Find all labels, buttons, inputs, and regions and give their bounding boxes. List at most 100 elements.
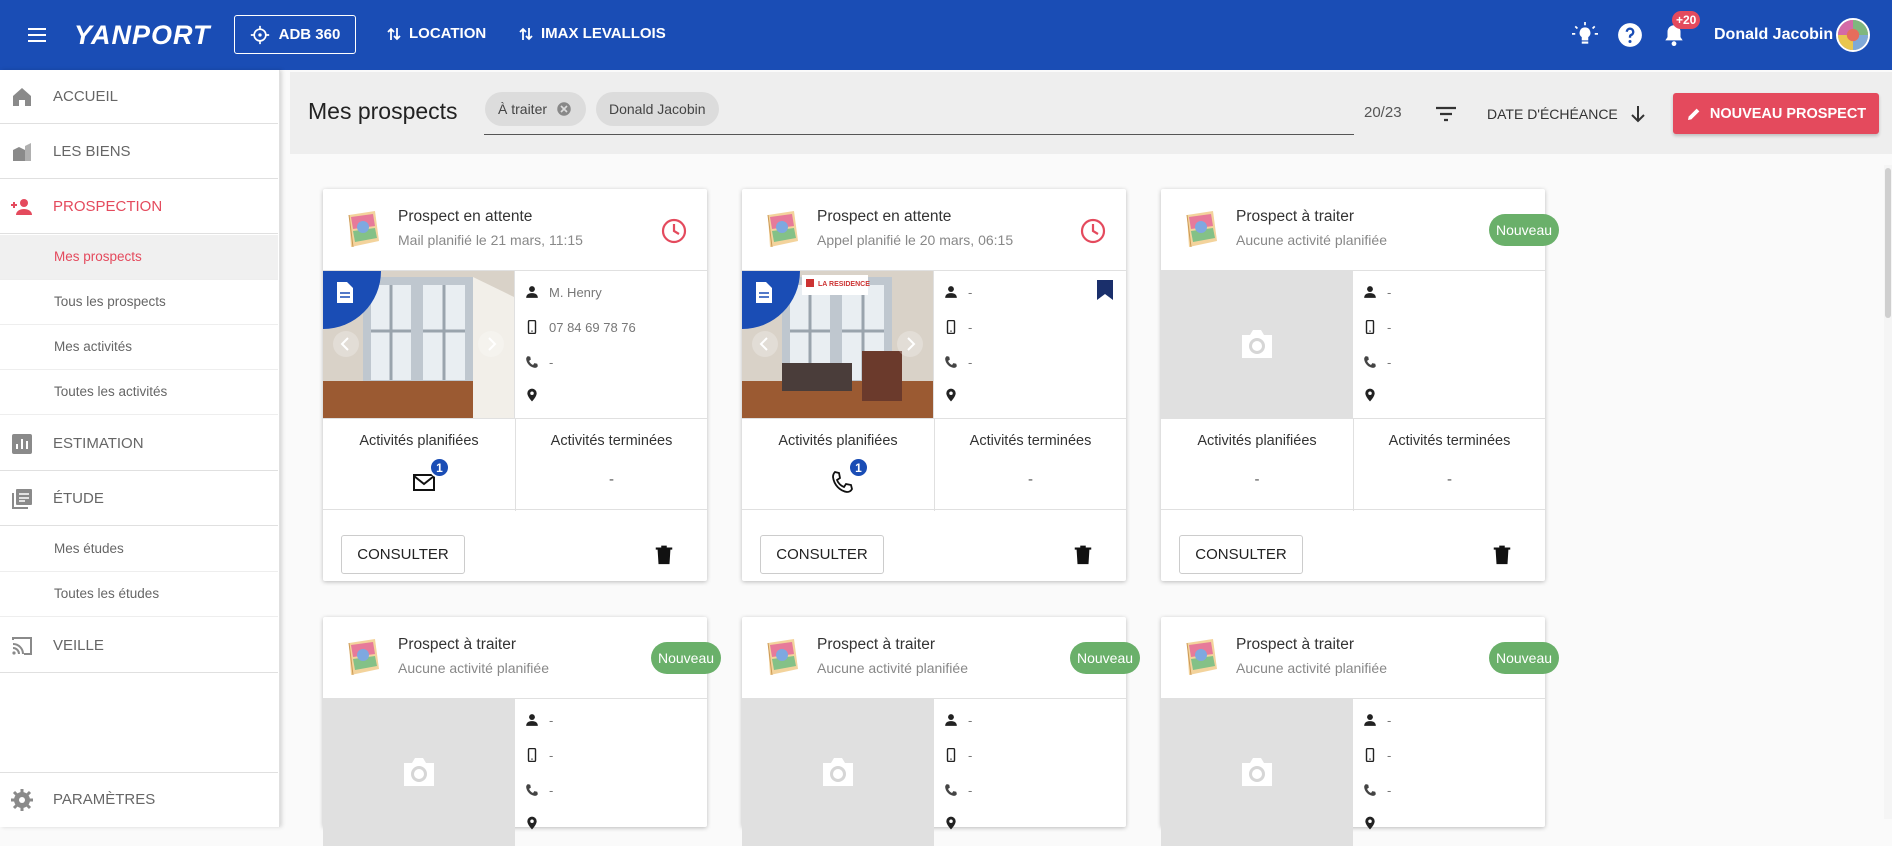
- person-icon: [526, 714, 538, 726]
- person-icon: [1364, 286, 1376, 298]
- mobile-icon: [1365, 748, 1375, 762]
- sidebar-item-etude[interactable]: ÉTUDE: [0, 472, 278, 526]
- activity-count-badge: 1: [848, 457, 869, 478]
- contact-info: - - -: [933, 699, 1126, 846]
- result-count: 20/23: [1364, 104, 1402, 121]
- sidebar-item-parametres[interactable]: PARAMÈTRES: [0, 772, 278, 826]
- camera-icon: [1242, 758, 1272, 786]
- sidebar-item-les-biens[interactable]: LES BIENS: [0, 125, 278, 179]
- done-activities: Activités terminées -: [934, 419, 1126, 511]
- sort-label[interactable]: DATE D'ÉCHÉANCE: [1487, 106, 1618, 122]
- sidebar-sub-mes-activites[interactable]: Mes activités: [0, 325, 278, 370]
- location-pin-icon: [1365, 816, 1375, 830]
- close-icon[interactable]: [555, 100, 573, 118]
- chevron-right-icon: [488, 337, 497, 351]
- card-title: Prospect à traiter: [1236, 636, 1355, 653]
- card-title: Prospect à traiter: [817, 636, 936, 653]
- prev-photo-button[interactable]: [752, 331, 778, 357]
- contact-name: -: [1387, 284, 1392, 300]
- sidebar-item-prospection[interactable]: PROSPECTION: [0, 180, 278, 234]
- planned-value: -: [1254, 471, 1260, 488]
- prospect-card[interactable]: Prospect à traiter Aucune activité plani…: [1161, 189, 1560, 581]
- prev-photo-button[interactable]: [333, 331, 359, 357]
- location-selector[interactable]: LOCATION: [387, 25, 486, 42]
- consult-button[interactable]: CONSULTER: [1179, 535, 1303, 574]
- user-avatar[interactable]: [1836, 18, 1870, 52]
- phone-icon: [526, 356, 538, 368]
- prospect-card[interactable]: Prospect à traiter Aucune activité plani…: [742, 617, 1141, 846]
- sidebar-sub-mes-prospects[interactable]: Mes prospects: [0, 235, 278, 280]
- next-photo-button[interactable]: [897, 331, 923, 357]
- done-activities: Activités terminées -: [515, 419, 707, 511]
- phone-icon: [945, 356, 957, 368]
- mobile-icon: [946, 320, 956, 334]
- status-badge: Nouveau: [651, 642, 722, 674]
- filter-chip-a-traiter[interactable]: À traiter: [485, 92, 587, 126]
- sub-item-label: Mes études: [54, 541, 124, 556]
- lightbulb-icon[interactable]: [1572, 22, 1598, 48]
- menu-icon[interactable]: [24, 23, 50, 47]
- status-badge: Nouveau: [1489, 642, 1560, 674]
- contact-name-row: -: [1363, 282, 1391, 302]
- planned-label: Activités planifiées: [1197, 433, 1317, 449]
- agency-selector[interactable]: IMAX LEVALLOIS: [519, 25, 666, 42]
- user-name[interactable]: Donald Jacobin: [1714, 26, 1833, 44]
- trash-icon[interactable]: [653, 544, 675, 566]
- location-pin-icon: [527, 816, 537, 830]
- next-photo-button[interactable]: [478, 331, 504, 357]
- location-pin-icon: [946, 388, 956, 402]
- planned-label: Activités planifiées: [778, 433, 898, 449]
- activities-section: Activités planifiées 1 Activités terminé…: [742, 418, 1126, 511]
- planned-activities: Activités planifiées 1: [742, 419, 934, 511]
- contact-address-row: [944, 813, 958, 833]
- photo-area: [323, 271, 514, 418]
- consult-button[interactable]: CONSULTER: [341, 535, 465, 574]
- contact-phone: -: [968, 782, 973, 798]
- arrow-down-icon[interactable]: [1629, 104, 1647, 124]
- consult-button[interactable]: CONSULTER: [760, 535, 884, 574]
- sidebar: ACCUEIL LES BIENS PROSPECTION Mes prospe…: [0, 70, 280, 827]
- document-icon[interactable]: [742, 271, 800, 329]
- trash-icon[interactable]: [1072, 544, 1094, 566]
- photo-area: [1161, 699, 1352, 846]
- sidebar-item-veille[interactable]: VEILLE: [0, 619, 278, 673]
- prospect-card[interactable]: Prospect à traiter Aucune activité plani…: [323, 617, 722, 846]
- sidebar-item-estimation[interactable]: ESTIMATION: [0, 417, 278, 471]
- scrollbar-thumb[interactable]: [1885, 168, 1891, 318]
- sidebar-sub-tous-prospects[interactable]: Tous les prospects: [0, 280, 278, 325]
- contact-phone: -: [1387, 354, 1392, 370]
- done-activities: Activités terminées -: [1353, 419, 1545, 511]
- sidebar-item-accueil[interactable]: ACCUEIL: [0, 70, 278, 124]
- adb360-label: ADB 360: [278, 26, 341, 43]
- cast-icon: [12, 637, 32, 655]
- sidebar-sub-mes-etudes[interactable]: Mes études: [0, 527, 278, 572]
- chevron-right-icon: [907, 337, 916, 351]
- phone-icon: [1364, 784, 1376, 796]
- sidebar-sub-toutes-etudes[interactable]: Toutes les études: [0, 572, 278, 617]
- filter-chip-user[interactable]: Donald Jacobin: [596, 92, 719, 126]
- prospect-card[interactable]: Prospect en attente Mail planifié le 21 …: [323, 189, 707, 581]
- prospect-card[interactable]: Prospect en attente Appel planifié le 20…: [742, 189, 1126, 581]
- contact-phone: -: [549, 782, 554, 798]
- contact-mobile-row: -: [944, 745, 972, 765]
- sidebar-item-label: ESTIMATION: [53, 435, 144, 452]
- card-title: Prospect à traiter: [1236, 208, 1355, 225]
- sidebar-sub-toutes-activites[interactable]: Toutes les activités: [0, 370, 278, 415]
- adb360-button[interactable]: ADB 360: [234, 15, 356, 54]
- prospect-card[interactable]: Prospect à traiter Aucune activité plani…: [1161, 617, 1560, 846]
- sub-item-label: Mes activités: [54, 339, 133, 354]
- prospect-avatar: [1186, 211, 1217, 248]
- filter-list-icon[interactable]: [1434, 104, 1458, 124]
- bookmark-icon[interactable]: [1096, 279, 1114, 301]
- sub-item-label: Toutes les études: [54, 586, 160, 601]
- document-icon[interactable]: [323, 271, 381, 329]
- clock-icon: [661, 218, 687, 244]
- mobile-icon: [946, 748, 956, 762]
- help-icon[interactable]: [1617, 22, 1643, 48]
- contact-name: -: [968, 712, 973, 728]
- trash-icon[interactable]: [1491, 544, 1513, 566]
- new-prospect-button[interactable]: NOUVEAU PROSPECT: [1673, 93, 1879, 134]
- camera-icon: [1242, 330, 1272, 358]
- sub-item-label: Tous les prospects: [54, 294, 166, 309]
- app-logo[interactable]: YANPORT: [74, 20, 211, 51]
